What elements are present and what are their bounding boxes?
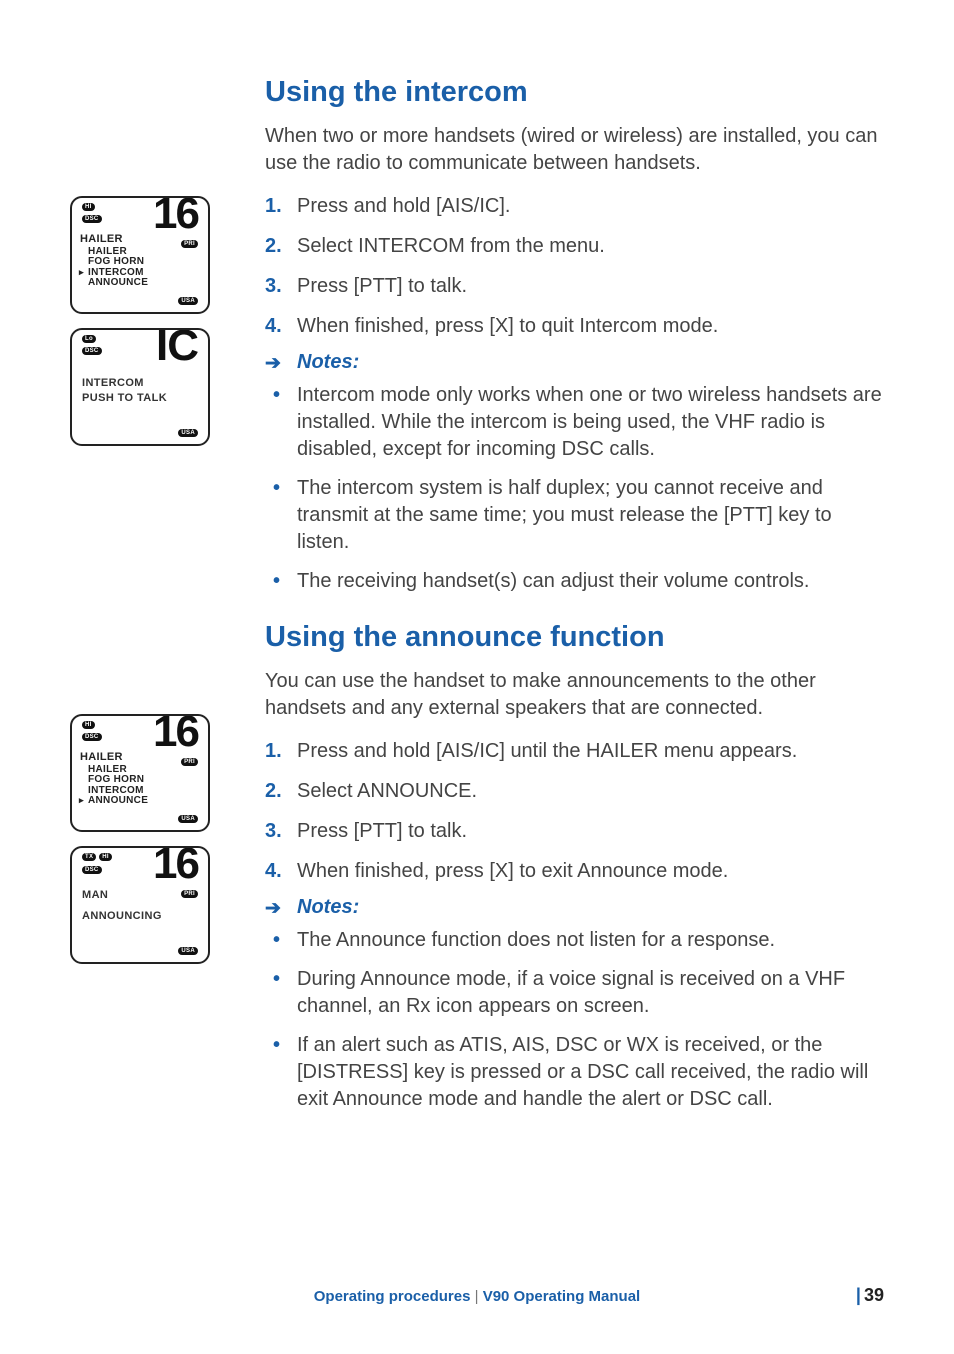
step-item: When finished, press [X] to quit Interco… xyxy=(265,311,884,341)
channel-number: 16 xyxy=(153,714,198,754)
indicator-pri: PRI xyxy=(181,240,198,248)
indicator-usa: USA xyxy=(178,297,198,305)
indicator-hi: HI xyxy=(82,721,95,729)
indicator-hi: HI xyxy=(99,853,112,861)
indicator-dsc: DSC xyxy=(82,866,102,874)
lcd-screen-intercom-ptt: Lo DSC IC USA INTERCOM PUSH TO TALK xyxy=(70,328,210,446)
arrow-right-icon: ➔ xyxy=(265,352,281,375)
footer-breadcrumb: Operating procedures | V90 Operating Man… xyxy=(274,1288,681,1305)
page-number: |39 xyxy=(681,1285,885,1306)
indicator-usa: USA xyxy=(178,947,198,955)
step-item: Press [PTT] to talk. xyxy=(265,271,884,301)
lcd-menu: HAILER HAILER FOG HORN INTERCOM ANNOUNCE xyxy=(80,752,148,807)
announce-steps: Press and hold [AIS/IC] until the HAILER… xyxy=(265,736,884,886)
intro-paragraph: You can use the handset to make announce… xyxy=(265,668,884,722)
lcd-screen-hailer-intercom: HI DSC 16 PRI USA HAILER HAILER FOG HORN… xyxy=(70,196,210,314)
channel-number: 16 xyxy=(153,846,198,886)
note-item: The Announce function does not listen fo… xyxy=(265,927,884,954)
note-item: The receiving handset(s) can adjust thei… xyxy=(265,568,884,595)
indicator-usa: USA xyxy=(178,429,198,437)
intercom-notes: Intercom mode only works when one or two… xyxy=(265,382,884,595)
indicator-tx: TX xyxy=(82,853,96,861)
mode-label: IC xyxy=(156,328,198,368)
notes-heading: ➔ Notes: xyxy=(265,896,884,919)
lcd-status-text: MAN ANNOUNCING xyxy=(82,888,162,925)
heading-using-intercom: Using the intercom xyxy=(265,76,884,109)
indicator-hi: HI xyxy=(82,203,95,211)
indicator-dsc: DSC xyxy=(82,733,102,741)
note-item: The intercom system is half duplex; you … xyxy=(265,475,884,556)
note-item: If an alert such as ATIS, AIS, DSC or WX… xyxy=(265,1032,884,1113)
indicator-dsc: DSC xyxy=(82,215,102,223)
lcd-screen-announcing: TX HI DSC 16 PRI USA MAN ANNOUNCING xyxy=(70,846,210,964)
lcd-menu: HAILER HAILER FOG HORN INTERCOM ANNOUNCE xyxy=(80,234,148,289)
lcd-screen-hailer-announce: HI DSC 16 PRI USA HAILER HAILER FOG HORN… xyxy=(70,714,210,832)
indicator-pri: PRI xyxy=(181,890,198,898)
step-item: Press [PTT] to talk. xyxy=(265,816,884,846)
step-item: Select INTERCOM from the menu. xyxy=(265,231,884,261)
announce-notes: The Announce function does not listen fo… xyxy=(265,927,884,1113)
channel-number: 16 xyxy=(153,196,198,236)
heading-using-announce: Using the announce function xyxy=(265,621,884,654)
intercom-steps: Press and hold [AIS/IC]. Select INTERCOM… xyxy=(265,191,884,341)
arrow-right-icon: ➔ xyxy=(265,897,281,920)
step-item: Press and hold [AIS/IC] until the HAILER… xyxy=(265,736,884,766)
step-item: Select ANNOUNCE. xyxy=(265,776,884,806)
lcd-status-text: INTERCOM PUSH TO TALK xyxy=(82,376,167,407)
notes-heading: ➔ Notes: xyxy=(265,351,884,374)
step-item: Press and hold [AIS/IC]. xyxy=(265,191,884,221)
step-item: When finished, press [X] to exit Announc… xyxy=(265,856,884,886)
intro-paragraph: When two or more handsets (wired or wire… xyxy=(265,123,884,177)
page-footer: Operating procedures | V90 Operating Man… xyxy=(70,1285,884,1306)
note-item: During Announce mode, if a voice signal … xyxy=(265,966,884,1020)
indicator-dsc: DSC xyxy=(82,347,102,355)
indicator-pri: PRI xyxy=(181,758,198,766)
note-item: Intercom mode only works when one or two… xyxy=(265,382,884,463)
indicator-lo: Lo xyxy=(82,335,96,343)
indicator-usa: USA xyxy=(178,815,198,823)
